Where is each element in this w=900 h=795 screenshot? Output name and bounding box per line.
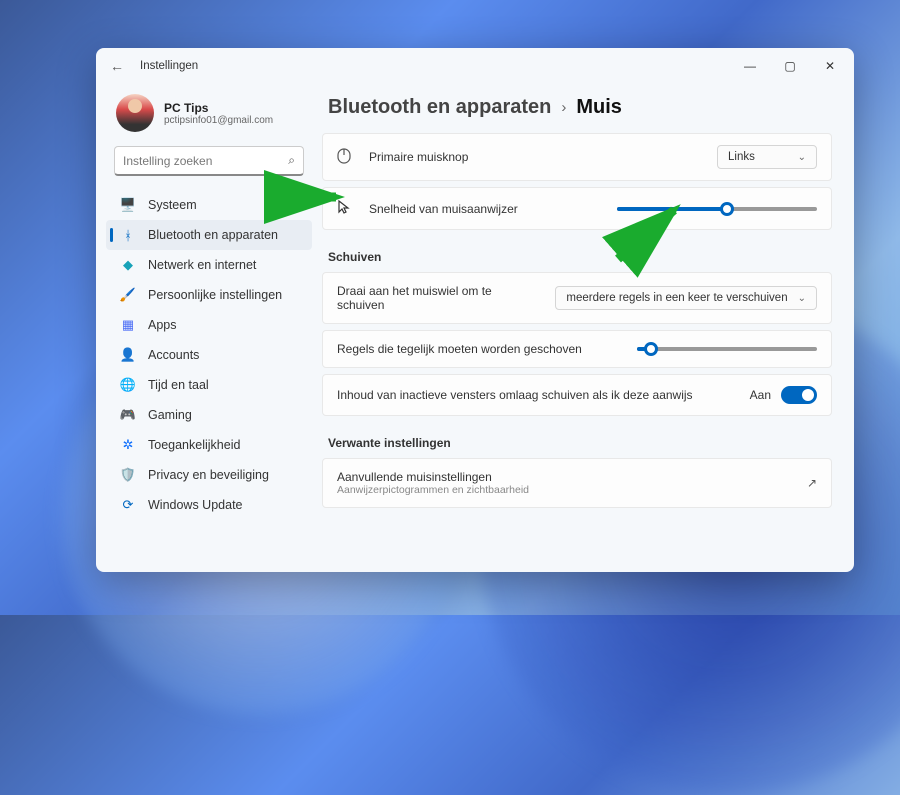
sidebar-item-privacy[interactable]: 🛡️ Privacy en beveiliging — [106, 460, 312, 490]
scroll-wheel-value: meerdere regels in een keer te verschuiv… — [566, 292, 787, 304]
accessibility-icon: ✲ — [120, 437, 136, 453]
sidebar-item-label: Netwerk en internet — [148, 258, 256, 272]
close-button[interactable]: ✕ — [810, 48, 850, 84]
profile-block[interactable]: PC Tips pctipsinfo01@gmail.com — [106, 88, 312, 146]
inactive-label: Inhoud van inactieve vensters omlaag sch… — [337, 388, 736, 402]
lines-slider[interactable] — [637, 347, 817, 351]
search-input[interactable]: Instelling zoeken ⌕ — [114, 146, 304, 176]
primary-button-value: Links — [728, 151, 755, 163]
sidebar-item-label: Persoonlijke instellingen — [148, 288, 282, 302]
lines-at-a-time-row: Regels die tegelijk moeten worden gescho… — [322, 330, 832, 368]
apps-icon: ▦ — [120, 317, 136, 333]
additional-settings-sub: Aanwijzerpictogrammen en zichtbaarheid — [337, 484, 805, 496]
sidebar-item-label: Toegankelijkheid — [148, 438, 240, 452]
main-content: Bluetooth en apparaten › Muis Primaire m… — [318, 84, 854, 572]
related-section-title: Verwante instellingen — [322, 422, 832, 458]
scroll-wheel-row: Draai aan het muiswiel om te schuiven me… — [322, 272, 832, 324]
sidebar-item-label: Gaming — [148, 408, 192, 422]
breadcrumb-current: Muis — [576, 96, 622, 119]
sidebar: PC Tips pctipsinfo01@gmail.com Instellin… — [96, 84, 318, 572]
cursor-icon — [337, 199, 355, 218]
minimize-button[interactable]: — — [730, 48, 770, 84]
breadcrumb: Bluetooth en apparaten › Muis — [322, 88, 832, 133]
system-icon: 🖥️ — [120, 197, 136, 213]
maximize-button[interactable]: ▢ — [770, 48, 810, 84]
sidebar-item-label: Tijd en taal — [148, 378, 209, 392]
toggle-state-label: Aan — [750, 388, 771, 402]
inactive-windows-row: Inhoud van inactieve vensters omlaag sch… — [322, 374, 832, 416]
sidebar-item-accessibility[interactable]: ✲ Toegankelijkheid — [106, 430, 312, 460]
shield-icon: 🛡️ — [120, 467, 136, 483]
avatar — [116, 94, 154, 132]
update-icon: ⟳ — [120, 497, 136, 513]
chevron-down-icon: ⌄ — [798, 293, 806, 304]
primary-mouse-button-row: Primaire muisknop Links ⌄ — [322, 133, 832, 181]
sidebar-item-apps[interactable]: ▦ Apps — [106, 310, 312, 340]
breadcrumb-parent[interactable]: Bluetooth en apparaten — [328, 96, 551, 119]
sidebar-item-label: Apps — [148, 318, 177, 332]
scrolling-section-title: Schuiven — [322, 236, 832, 272]
mouse-icon — [337, 148, 355, 167]
back-button[interactable]: ← — [110, 58, 128, 74]
primary-button-label: Primaire muisknop — [369, 150, 703, 164]
nav-list: 🖥️ Systeem ᚼ Bluetooth en apparaten ◆ Ne… — [106, 184, 312, 520]
pointer-speed-label: Snelheid van muisaanwijzer — [369, 202, 603, 216]
open-external-icon: ↗ — [807, 476, 817, 490]
additional-settings-link[interactable]: Aanvullende muisinstellingen Aanwijzerpi… — [322, 458, 832, 508]
titlebar: ← Instellingen — ▢ ✕ — [96, 48, 854, 84]
network-icon: ◆ — [120, 257, 136, 273]
sidebar-item-time-language[interactable]: 🌐 Tijd en taal — [106, 370, 312, 400]
sidebar-item-personalization[interactable]: 🖌️ Persoonlijke instellingen — [106, 280, 312, 310]
chevron-down-icon: ⌄ — [798, 152, 806, 163]
brush-icon: 🖌️ — [120, 287, 136, 303]
sidebar-item-label: Privacy en beveiliging — [148, 468, 269, 482]
primary-button-dropdown[interactable]: Links ⌄ — [717, 145, 817, 169]
scroll-wheel-label: Draai aan het muiswiel om te schuiven — [337, 284, 541, 312]
sidebar-item-windows-update[interactable]: ⟳ Windows Update — [106, 490, 312, 520]
pointer-speed-row: Snelheid van muisaanwijzer — [322, 187, 832, 230]
sidebar-item-network[interactable]: ◆ Netwerk en internet — [106, 250, 312, 280]
sidebar-item-system[interactable]: 🖥️ Systeem — [106, 190, 312, 220]
search-placeholder: Instelling zoeken — [123, 154, 288, 168]
gaming-icon: 🎮 — [120, 407, 136, 423]
sidebar-item-label: Accounts — [148, 348, 199, 362]
window-title: Instellingen — [140, 60, 198, 72]
search-icon: ⌕ — [288, 153, 295, 168]
additional-settings-label: Aanvullende muisinstellingen — [337, 470, 805, 484]
chevron-right-icon: › — [561, 99, 566, 116]
sidebar-item-label: Windows Update — [148, 498, 243, 512]
sidebar-item-label: Bluetooth en apparaten — [148, 228, 278, 242]
pointer-speed-slider[interactable] — [617, 207, 817, 211]
scroll-wheel-dropdown[interactable]: meerdere regels in een keer te verschuiv… — [555, 286, 817, 310]
profile-email: pctipsinfo01@gmail.com — [164, 115, 273, 126]
inactive-toggle[interactable] — [781, 386, 817, 404]
person-icon: 👤 — [120, 347, 136, 363]
profile-name: PC Tips — [164, 101, 273, 115]
sidebar-item-label: Systeem — [148, 198, 197, 212]
globe-icon: 🌐 — [120, 377, 136, 393]
sidebar-item-bluetooth[interactable]: ᚼ Bluetooth en apparaten — [106, 220, 312, 250]
sidebar-item-accounts[interactable]: 👤 Accounts — [106, 340, 312, 370]
settings-window: ← Instellingen — ▢ ✕ PC Tips pctipsinfo0… — [96, 48, 854, 572]
lines-label: Regels die tegelijk moeten worden gescho… — [337, 342, 623, 356]
bluetooth-icon: ᚼ — [120, 227, 136, 243]
sidebar-item-gaming[interactable]: 🎮 Gaming — [106, 400, 312, 430]
